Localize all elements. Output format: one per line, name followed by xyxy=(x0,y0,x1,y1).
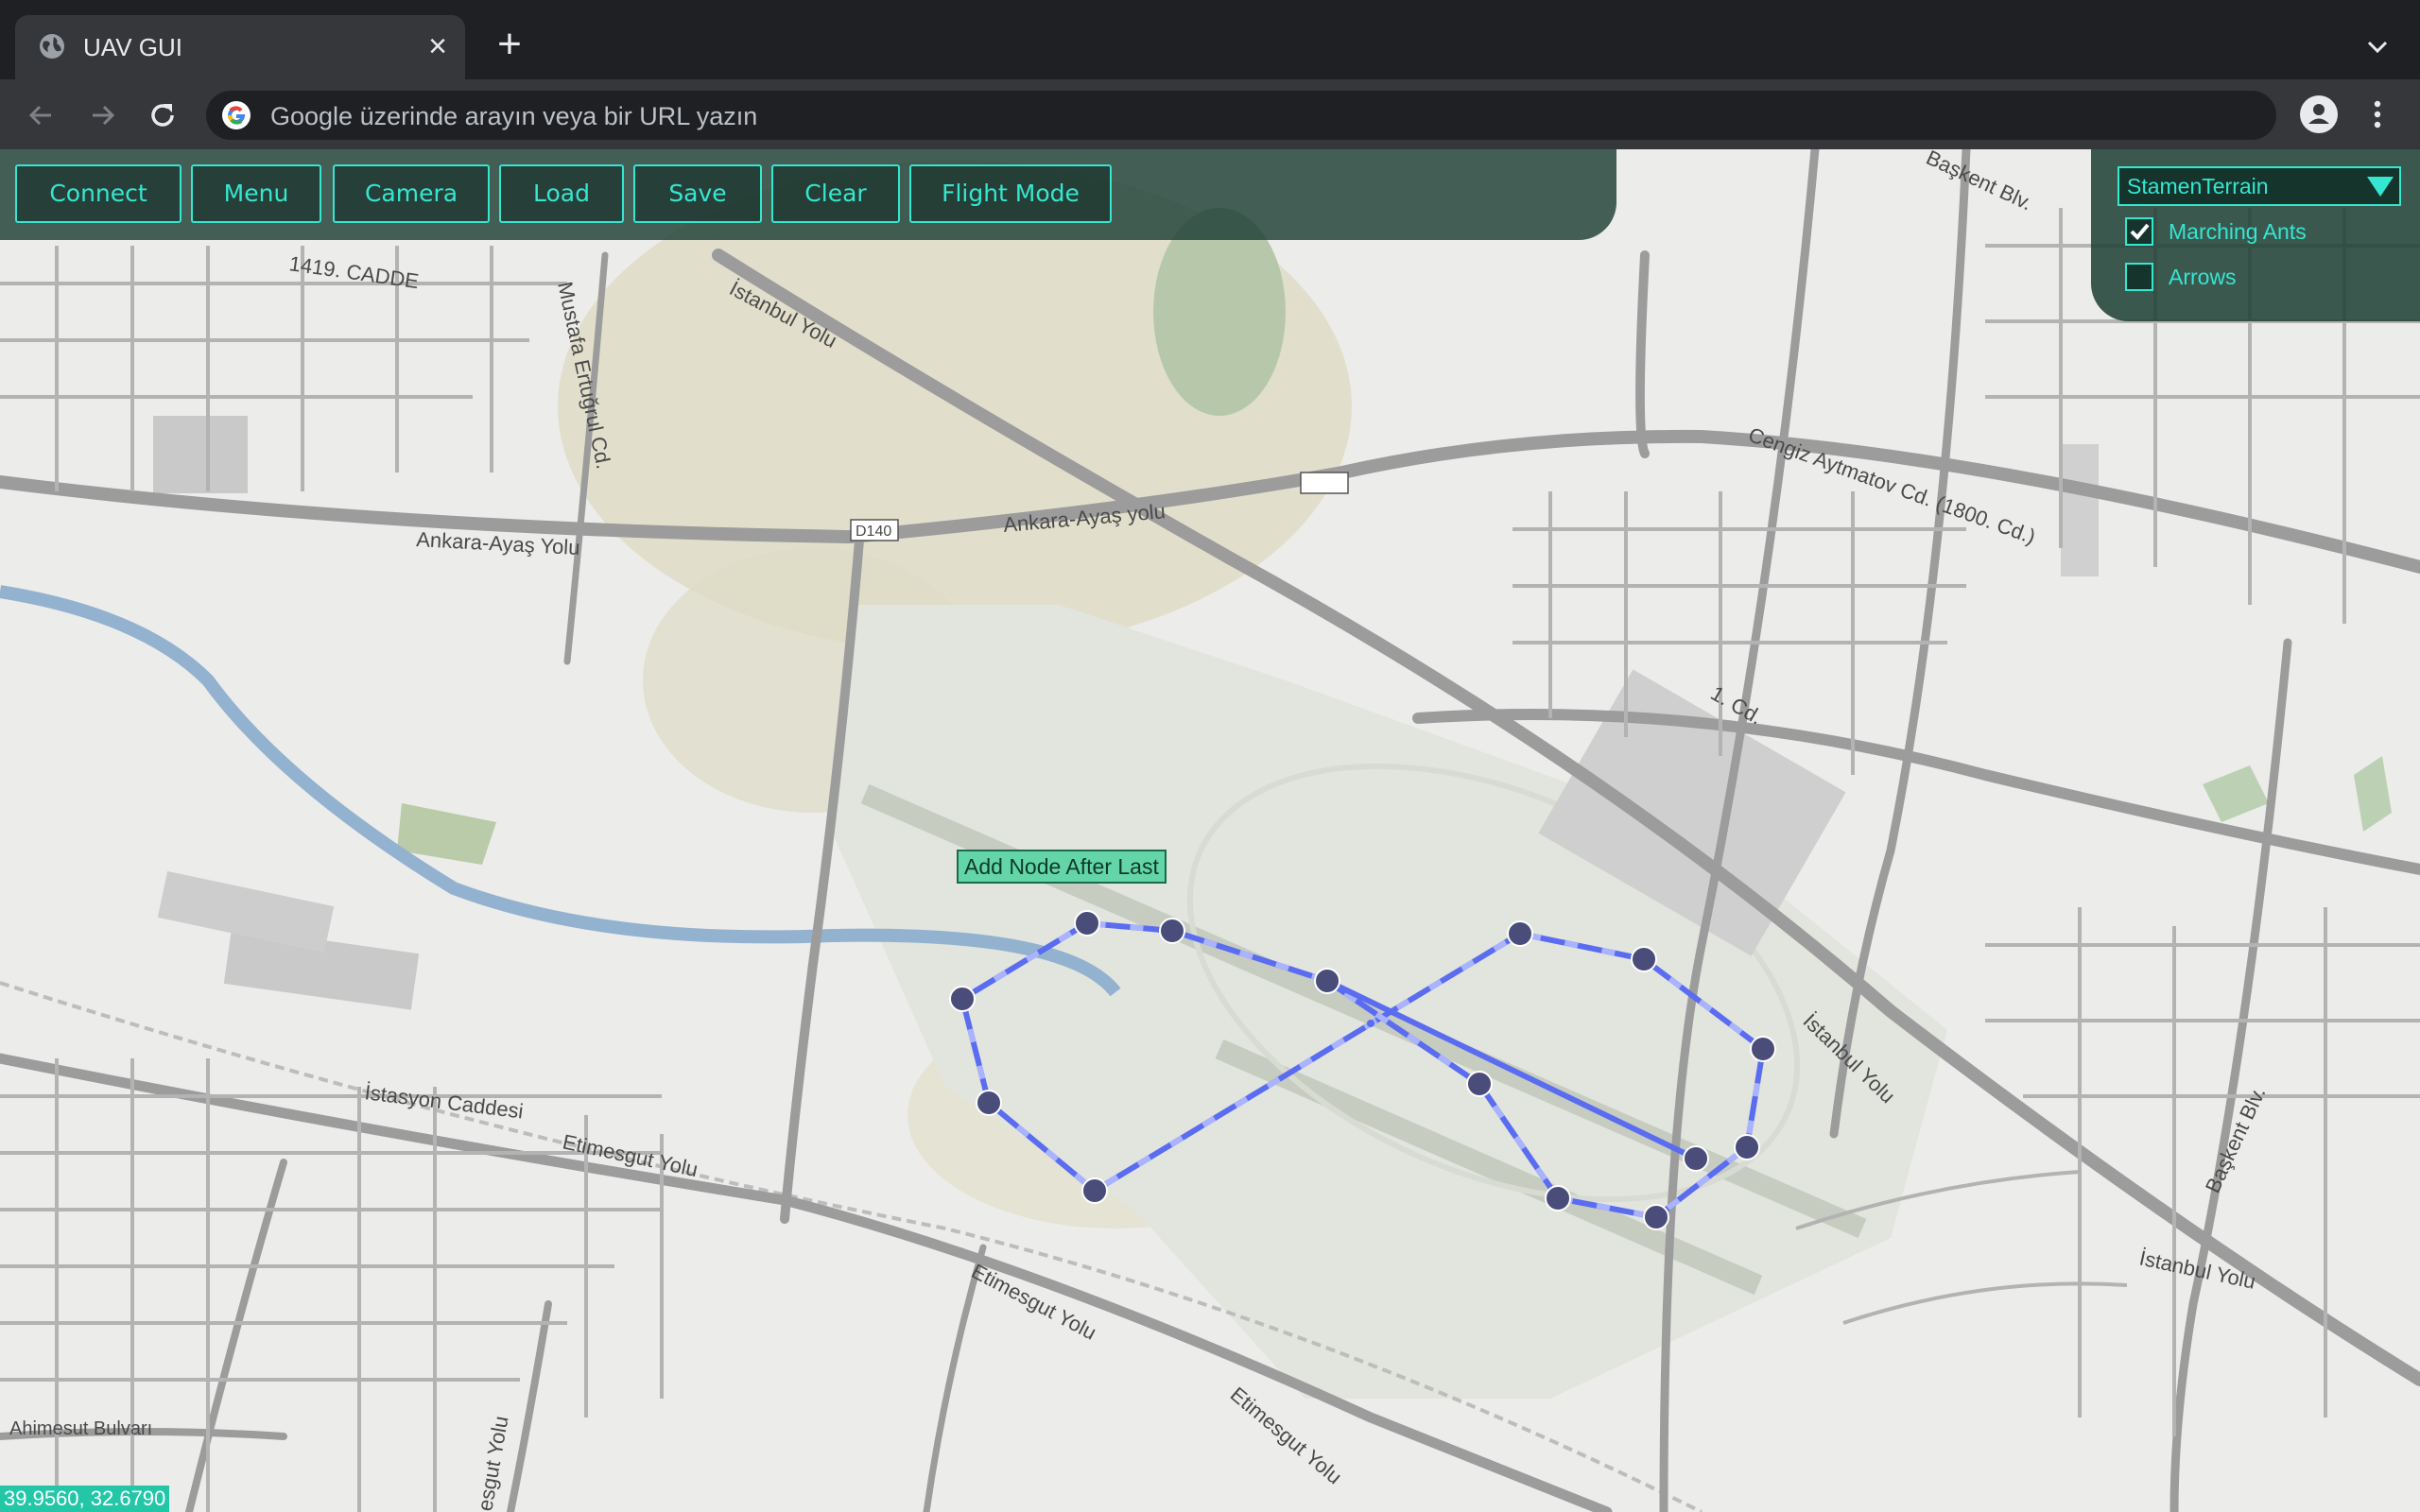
menu-button[interactable]: Menu xyxy=(191,164,321,223)
camera-button[interactable]: Camera xyxy=(333,164,490,223)
cursor-coordinates: 39.9560, 32.6790 xyxy=(0,1486,170,1512)
waypoint-node[interactable] xyxy=(1683,1145,1709,1172)
arrows-checkbox[interactable] xyxy=(2125,263,2153,291)
new-tab-icon[interactable]: + xyxy=(492,24,527,65)
profile-icon[interactable] xyxy=(2299,94,2339,134)
waypoint-node[interactable] xyxy=(949,986,976,1012)
waypoint-node[interactable] xyxy=(1081,1177,1108,1204)
browser-tab[interactable]: UAV GUI × xyxy=(15,15,465,79)
waypoint-node[interactable] xyxy=(1631,946,1657,972)
load-button[interactable]: Load xyxy=(499,164,624,223)
waypoint-node[interactable] xyxy=(1750,1036,1776,1062)
marching-ants-checkbox[interactable] xyxy=(2125,217,2153,246)
close-tab-icon[interactable]: × xyxy=(422,30,454,62)
waypoint-node[interactable] xyxy=(1314,968,1340,994)
waypoint-node[interactable] xyxy=(1074,910,1100,936)
save-button[interactable]: Save xyxy=(633,164,762,223)
chevron-down-icon[interactable] xyxy=(2363,32,2392,60)
add-node-after-last-button[interactable]: Add Node After Last xyxy=(957,850,1167,884)
arrows-option[interactable]: Arrows xyxy=(2125,261,2314,293)
waypoint-node[interactable] xyxy=(1367,1020,1374,1027)
waypoint-node[interactable] xyxy=(1507,920,1533,947)
waypoint-node[interactable] xyxy=(1545,1185,1571,1211)
marching-ants-option[interactable]: Marching Ants xyxy=(2125,215,2390,248)
arrows-label: Arrows xyxy=(2169,265,2237,289)
forward-arrow-icon[interactable] xyxy=(83,96,121,134)
dropdown-arrow-icon[interactable] xyxy=(2365,172,2395,200)
reload-icon[interactable] xyxy=(144,96,182,134)
browser-toolbar xyxy=(0,79,2420,149)
back-arrow-icon[interactable] xyxy=(23,96,60,134)
address-bar[interactable] xyxy=(206,91,2276,140)
flight-route[interactable] xyxy=(0,149,2420,1512)
browser-menu-icon[interactable] xyxy=(2363,94,2392,134)
checkmark-icon xyxy=(2130,223,2150,240)
map-view[interactable]: 1419. CADDE Mustafa Ertuğrul Cd. İstanbu… xyxy=(0,149,2420,1512)
browser-tab-strip: UAV GUI × + xyxy=(0,0,2420,79)
connect-button[interactable]: Connect xyxy=(15,164,182,223)
waypoint-node[interactable] xyxy=(1734,1134,1760,1160)
waypoint-node[interactable] xyxy=(976,1090,1002,1116)
command-toolbar: Connect Menu Camera Load Save Clear Flig… xyxy=(0,149,1616,240)
marching-ants-label: Marching Ants xyxy=(2169,219,2307,244)
waypoint-node[interactable] xyxy=(1159,918,1185,944)
clear-button[interactable]: Clear xyxy=(771,164,900,223)
globe-icon xyxy=(40,34,64,59)
google-logo-icon xyxy=(222,101,251,129)
waypoint-node[interactable] xyxy=(1466,1071,1493,1097)
waypoint-node[interactable] xyxy=(1643,1204,1669,1230)
map-layer-select[interactable]: StamenTerrain xyxy=(2118,166,2401,206)
flight-mode-button[interactable]: Flight Mode xyxy=(909,164,1112,223)
layer-panel: StamenTerrain Marching Ants Arrows xyxy=(2091,149,2420,321)
tab-title: UAV GUI xyxy=(83,33,182,61)
map-layer-selected: StamenTerrain xyxy=(2127,174,2269,198)
omnibox-input[interactable] xyxy=(268,96,2163,136)
